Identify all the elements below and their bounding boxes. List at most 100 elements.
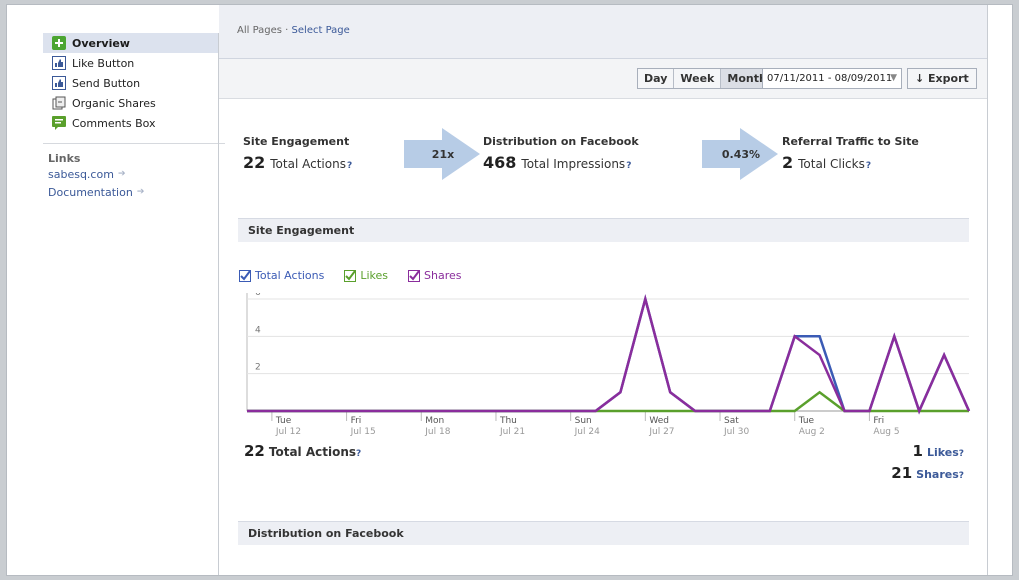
sidebar-separator	[218, 33, 219, 575]
likes-summary: 1 Likes ?	[913, 442, 964, 460]
referral-label: Referral Traffic to Site	[782, 135, 919, 148]
distribution-section-header: Distribution on Facebook	[238, 521, 969, 545]
distribution-value: 468 Total Impressions ?	[483, 153, 631, 172]
legend-shares[interactable]: Shares	[408, 269, 462, 282]
arrow-right-icon: ➔	[136, 187, 145, 197]
select-page-link[interactable]: Select Page	[292, 25, 350, 36]
likes-unit: Likes	[926, 446, 959, 459]
x-tick-day: Fri	[351, 416, 362, 426]
send-icon	[51, 76, 66, 91]
x-tick-day: Sat	[724, 416, 739, 426]
like-icon	[51, 56, 66, 71]
week-button[interactable]: Week	[674, 69, 722, 88]
help-icon[interactable]: ?	[866, 161, 871, 171]
date-range-select[interactable]: 07/11/2011 - 08/09/2011 ▼	[762, 68, 902, 89]
date-range-value: 07/11/2011 - 08/09/2011	[767, 73, 893, 84]
sidebar-item-like-button[interactable]: Like Button	[43, 53, 225, 73]
sidebar-item-label: Overview	[72, 36, 130, 50]
help-icon[interactable]: ?	[347, 161, 352, 171]
x-tick-date: Jul 21	[499, 427, 525, 437]
link-label: sabesq.com	[48, 167, 114, 181]
x-tick-day: Tue	[275, 416, 292, 426]
referral-unit: Total Clicks	[798, 157, 865, 171]
help-icon[interactable]: ?	[959, 449, 964, 459]
series-shares-line	[247, 294, 971, 415]
x-tick-date: Aug 5	[873, 427, 899, 437]
x-tick-day: Sun	[575, 416, 592, 426]
x-tick-date: Jul 15	[350, 427, 376, 437]
checkbox-checked-icon	[239, 269, 251, 282]
links-title: Links	[48, 152, 81, 165]
page-header: All Pages · Select Page	[219, 5, 987, 59]
legend-label: Likes	[360, 269, 389, 282]
sidebar-item-comments-box[interactable]: Comments Box	[43, 113, 225, 133]
x-tick-date: Aug 2	[799, 427, 825, 437]
total-actions-summary: 22 Total Actions ?	[244, 442, 361, 460]
x-tick-date: Jul 24	[574, 427, 600, 437]
legend-likes[interactable]: Likes	[344, 269, 388, 282]
period-selector: Day Week Month	[637, 68, 775, 89]
comment-icon	[51, 116, 66, 131]
y-tick-label: 2	[255, 363, 261, 373]
day-button[interactable]: Day	[638, 69, 675, 88]
sidebar-item-label: Send Button	[72, 76, 141, 90]
checkbox-checked-icon	[408, 269, 421, 282]
x-tick-day: Tue	[798, 416, 815, 426]
referral-number: 2	[782, 153, 794, 172]
shares-number: 21	[891, 464, 913, 482]
x-tick-day: Mon	[425, 416, 444, 426]
sidebar-item-send-button[interactable]: Send Button	[43, 73, 225, 93]
link-sabesq[interactable]: sabesq.com ➔	[43, 165, 225, 183]
help-icon[interactable]: ?	[959, 471, 964, 481]
shares-unit: Shares	[916, 468, 959, 481]
breadcrumb: All Pages · Select Page	[237, 25, 350, 36]
x-tick-date: Jul 30	[723, 427, 749, 437]
y-tick-label: 4	[255, 325, 261, 335]
site-engagement-value: 22 Total Actions ?	[243, 153, 352, 172]
legend-label: Total Actions	[255, 269, 325, 282]
sidebar-item-label: Like Button	[72, 56, 135, 70]
chart-legend: Total Actions Likes Shares	[239, 269, 482, 282]
series-total-actions-line	[247, 294, 971, 415]
help-icon[interactable]: ?	[626, 161, 631, 171]
toolbar: Day Week Month 07/11/2011 - 08/09/2011 ▼…	[219, 59, 987, 99]
site-engagement-number: 22	[243, 153, 266, 172]
rate-label: 0.43%	[721, 148, 761, 161]
site-engagement-chart: 246TueJul 12FriJul 15MonJul 18ThuJul 21S…	[246, 293, 971, 437]
x-tick-day: Fri	[873, 416, 884, 426]
app-frame: Overview Like Button Send Button Organic…	[6, 4, 1013, 576]
sidebar-item-organic-shares[interactable]: Organic Shares	[43, 93, 225, 113]
arrow-right-icon: ➔	[117, 169, 126, 179]
chevron-down-icon: ▼	[890, 73, 897, 83]
total-actions-unit: Total Actions	[268, 445, 357, 459]
x-tick-date: Jul 12	[275, 427, 301, 437]
likes-number: 1	[912, 442, 923, 460]
legend-total-actions[interactable]: Total Actions	[239, 269, 324, 282]
sidebar-item-label: Comments Box	[72, 116, 156, 130]
distribution-unit: Total Impressions	[521, 157, 626, 171]
referral-value: 2 Total Clicks ?	[782, 153, 871, 172]
breadcrumb-prefix: All Pages ·	[237, 25, 289, 36]
checkbox-checked-icon	[344, 269, 357, 282]
legend-label: Shares	[424, 269, 462, 282]
share-icon	[51, 96, 66, 111]
link-documentation[interactable]: Documentation ➔	[43, 183, 225, 201]
ratio-label: 21x	[431, 148, 455, 161]
y-tick-label: 6	[255, 293, 261, 298]
plus-icon	[51, 36, 66, 51]
sidebar-item-overview[interactable]: Overview	[43, 33, 225, 53]
x-tick-day: Wed	[649, 416, 669, 426]
export-button[interactable]: ↓ Export	[907, 68, 977, 89]
x-tick-day: Thu	[499, 416, 517, 426]
help-icon[interactable]: ?	[356, 449, 361, 459]
x-tick-date: Jul 18	[424, 427, 450, 437]
x-tick-date: Jul 27	[648, 427, 674, 437]
site-engagement-unit: Total Actions	[270, 157, 346, 171]
total-actions-number: 22	[244, 442, 265, 460]
sidebar-item-label: Organic Shares	[72, 96, 156, 110]
content-right-border	[987, 5, 988, 575]
site-engagement-label: Site Engagement	[243, 135, 350, 148]
distribution-label: Distribution on Facebook	[483, 135, 639, 148]
shares-summary: 21 Shares ?	[891, 464, 964, 482]
sidebar: Overview Like Button Send Button Organic…	[43, 33, 225, 201]
